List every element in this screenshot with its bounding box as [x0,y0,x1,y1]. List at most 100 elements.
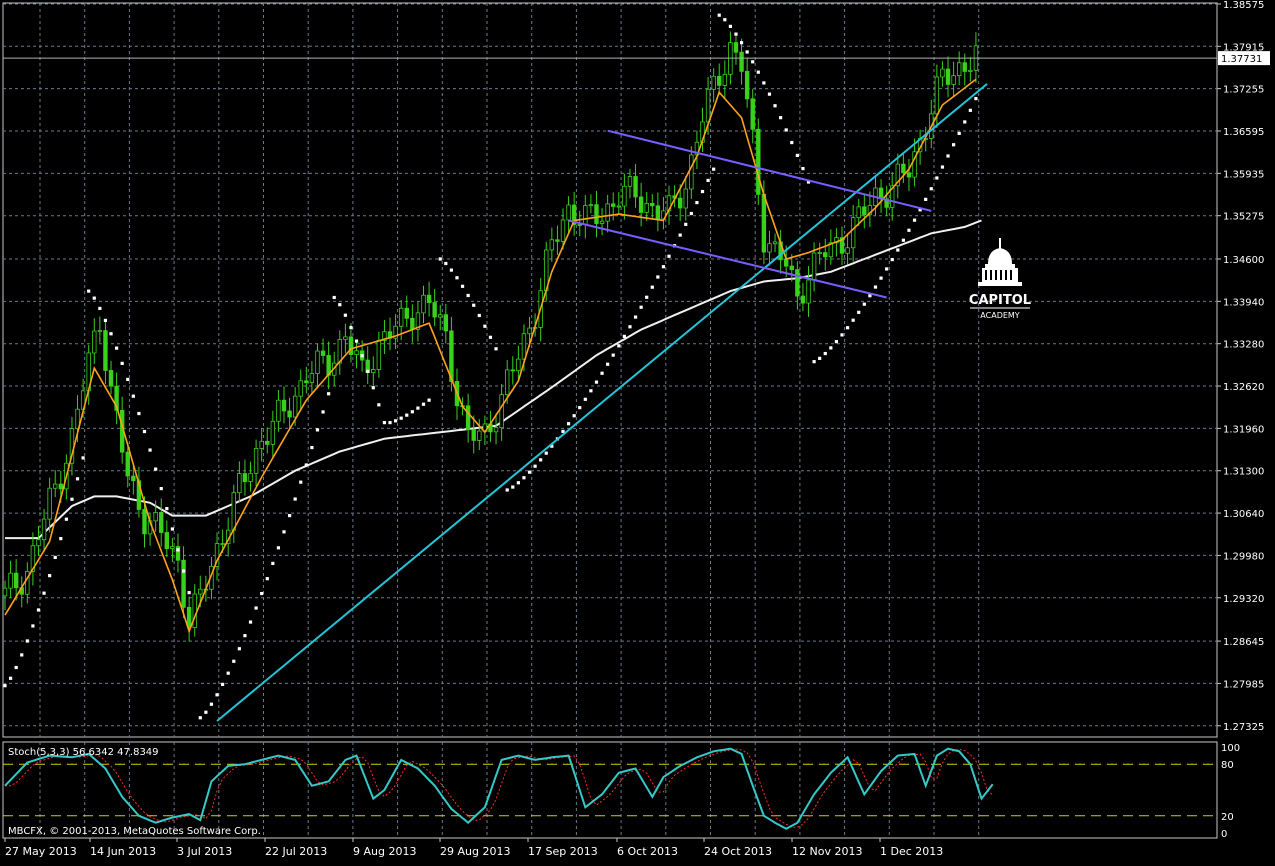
sar-dot [907,228,911,232]
sar-dot [31,624,35,628]
date-tick-label: 22 Jul 2013 [265,845,327,858]
sar-dot [265,577,269,581]
candle-body [583,205,588,225]
candle-body [426,294,432,303]
sar-dot [165,506,169,511]
sar-dot [583,397,587,401]
sar-dot [712,167,716,171]
candle-body [220,543,225,545]
sar-dot [282,530,286,534]
sar-dot [957,131,961,136]
sar-dot [645,295,649,299]
candle-body [800,295,806,304]
sar-dot [75,477,80,481]
stoch-title: Stoch(5,3,3) 56.6342 47.8349 [8,747,159,758]
sar-dot [64,517,68,521]
sar-dot [745,50,749,54]
sar-dot [633,315,638,319]
price-tick-label: 1.31960 [1223,424,1264,435]
candle-body [410,317,415,330]
candle-body [36,539,41,547]
sar-dot [371,386,375,390]
candle-body [599,220,605,224]
candle-body [901,163,906,174]
candle-body [945,68,951,85]
candle-body [298,380,303,397]
candle-body [516,358,521,372]
sar-dot [360,354,364,358]
sar-dot [477,313,481,318]
candle-body [644,202,649,213]
sar-dot [539,458,543,462]
sar-dot [566,422,571,426]
sar-dot [840,333,844,337]
logo-text-academy: ACADEMY [980,311,1020,320]
sar-dot [42,591,46,595]
sar-dot [527,470,532,474]
sar-dot [137,411,141,416]
sar-dot [656,275,660,279]
price-tick-label: 1.35935 [1223,169,1264,180]
candle-body [237,473,242,494]
sar-dot [215,693,219,697]
candle-body [198,588,203,595]
candle-body [677,197,683,209]
sar-dot [739,41,744,45]
price-chart[interactable]: 1.385751.379151.372551.365951.359351.352… [0,0,1275,862]
sar-dot [717,13,721,17]
sar-dot [946,154,950,158]
footer-copyright: MBCFX, © 2001-2013, MetaQuotes Software … [8,826,261,837]
sar-dot [952,143,956,147]
sar-dot [109,332,113,336]
sar-dot [98,306,102,311]
sar-dot [293,497,297,501]
candle-body [761,193,767,253]
sar-dot [466,293,470,298]
candle-body [108,370,114,387]
candle-body [862,206,867,216]
sar-dot [103,318,108,323]
sar-dot [728,24,732,28]
sar-dot [170,527,174,531]
price-tick-label: 1.29320 [1223,594,1264,605]
sar-dot [405,413,409,417]
sar-dot [421,402,426,406]
candle-body [131,475,136,482]
sar-dot [751,60,755,64]
candle-body [906,172,912,178]
sar-dot [59,536,63,541]
sar-dot [221,682,225,687]
sar-dot [304,463,308,467]
sar-dot [963,120,967,124]
candle-body [962,62,967,72]
sar-dot [488,335,493,339]
candle-body [560,219,566,242]
candle-body [577,224,582,226]
sar-dot [3,684,7,688]
sar-dot [36,608,41,612]
price-tick-label: 1.31300 [1223,467,1264,478]
candle-body [398,307,404,327]
candle-body [58,483,63,490]
candle-body [633,176,638,198]
sar-dot [349,325,353,330]
stoch-axis-label: 20 [1221,812,1234,823]
candle-body [438,314,443,318]
price-tick-label: 1.36595 [1223,127,1264,138]
candle-body [181,559,186,608]
candle-body [159,512,164,533]
candle-body [499,394,504,429]
candle-body [739,51,744,72]
price-tick-label: 1.33940 [1223,297,1264,308]
candle-body [689,154,694,190]
candle-body [443,314,449,332]
candle-body [521,333,527,360]
candle-body [772,241,778,245]
sar-dot [438,257,442,261]
sar-dot [343,313,347,317]
sar-dot [154,467,158,471]
sar-dot [968,108,972,112]
candle-body [493,427,499,433]
candle-body [164,532,170,549]
sar-dot [260,591,264,596]
